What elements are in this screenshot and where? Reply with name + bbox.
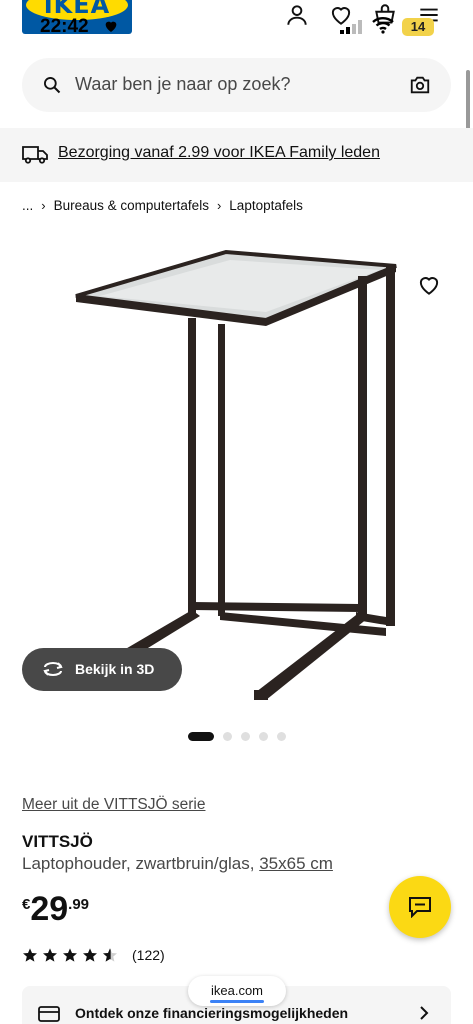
browser-url-pill[interactable]: ikea.com (188, 976, 286, 1006)
half-star-icon (103, 948, 117, 962)
star-icon (83, 948, 97, 962)
breadcrumb: ... › Bureaus & computertafels › Laptopt… (22, 196, 303, 214)
user-icon[interactable] (284, 2, 310, 28)
price-integer: 29 (30, 890, 69, 928)
price-decimal: .99 (68, 896, 90, 913)
heart-status-icon (105, 21, 117, 32)
gallery-dot[interactable] (241, 732, 250, 741)
favorite-heart-icon[interactable] (416, 272, 442, 298)
chat-icon (409, 897, 431, 918)
search-icon (44, 77, 61, 94)
chevron-right-icon: › (41, 197, 46, 213)
status-time: 22:42 (40, 16, 89, 37)
product-description-text: Laptophouder, zwartbruin/glas, (22, 854, 260, 873)
view-3d-button[interactable]: Bekijk in 3D (22, 648, 182, 691)
rotate-3d-icon (43, 662, 63, 676)
battery-indicator: 14 (402, 18, 434, 36)
delivery-banner[interactable]: Bezorging vanaf 2.99 voor IKEA Family le… (0, 128, 473, 182)
search-bar[interactable]: Waar ben je naar op zoek? (22, 58, 451, 112)
financing-label: Ontdek onze financieringsmogelijkheden (75, 1005, 349, 1021)
product-name: VITTSJÖ (22, 832, 93, 851)
price-currency: € (22, 896, 31, 913)
search-input[interactable]: Waar ben je naar op zoek? (75, 74, 290, 95)
truck-icon (22, 146, 48, 164)
product-size-link[interactable]: 35x65 cm (259, 854, 333, 873)
star-icon (43, 948, 57, 962)
breadcrumb-item[interactable]: Laptoptafels (229, 198, 303, 213)
star-icon (63, 948, 77, 962)
product-price: €29.99 (22, 890, 89, 929)
star-icon (23, 948, 37, 962)
gallery-dot[interactable] (223, 732, 232, 741)
wifi-icon (372, 17, 394, 34)
breadcrumb-item[interactable]: ... (22, 198, 33, 213)
chevron-right-icon: › (216, 197, 222, 213)
gallery-dot[interactable] (259, 732, 268, 741)
breadcrumb-item[interactable]: Bureaus & computertafels (54, 198, 209, 213)
camera-icon[interactable] (409, 74, 431, 96)
view-3d-label: Bekijk in 3D (75, 661, 155, 677)
gallery-dot[interactable] (188, 732, 214, 741)
product-image[interactable] (40, 240, 420, 710)
chat-button[interactable] (389, 876, 451, 938)
delivery-link[interactable]: Bezorging vanaf 2.99 voor IKEA Family le… (58, 144, 380, 162)
gallery-dot[interactable] (277, 732, 286, 741)
product-rating[interactable]: (122) (22, 947, 165, 963)
chevron-right-icon (420, 1006, 429, 1020)
rating-count: (122) (132, 947, 165, 963)
product-description: Laptophouder, zwartbruin/glas, 35x65 cm (22, 854, 333, 874)
gallery-pagination[interactable] (188, 732, 286, 741)
series-link[interactable]: Meer uit de VITTSJÖ serie (22, 796, 205, 814)
header: IKEA 22:42 14 (0, 0, 473, 52)
card-icon (38, 1006, 60, 1022)
signal-icon (340, 20, 362, 34)
